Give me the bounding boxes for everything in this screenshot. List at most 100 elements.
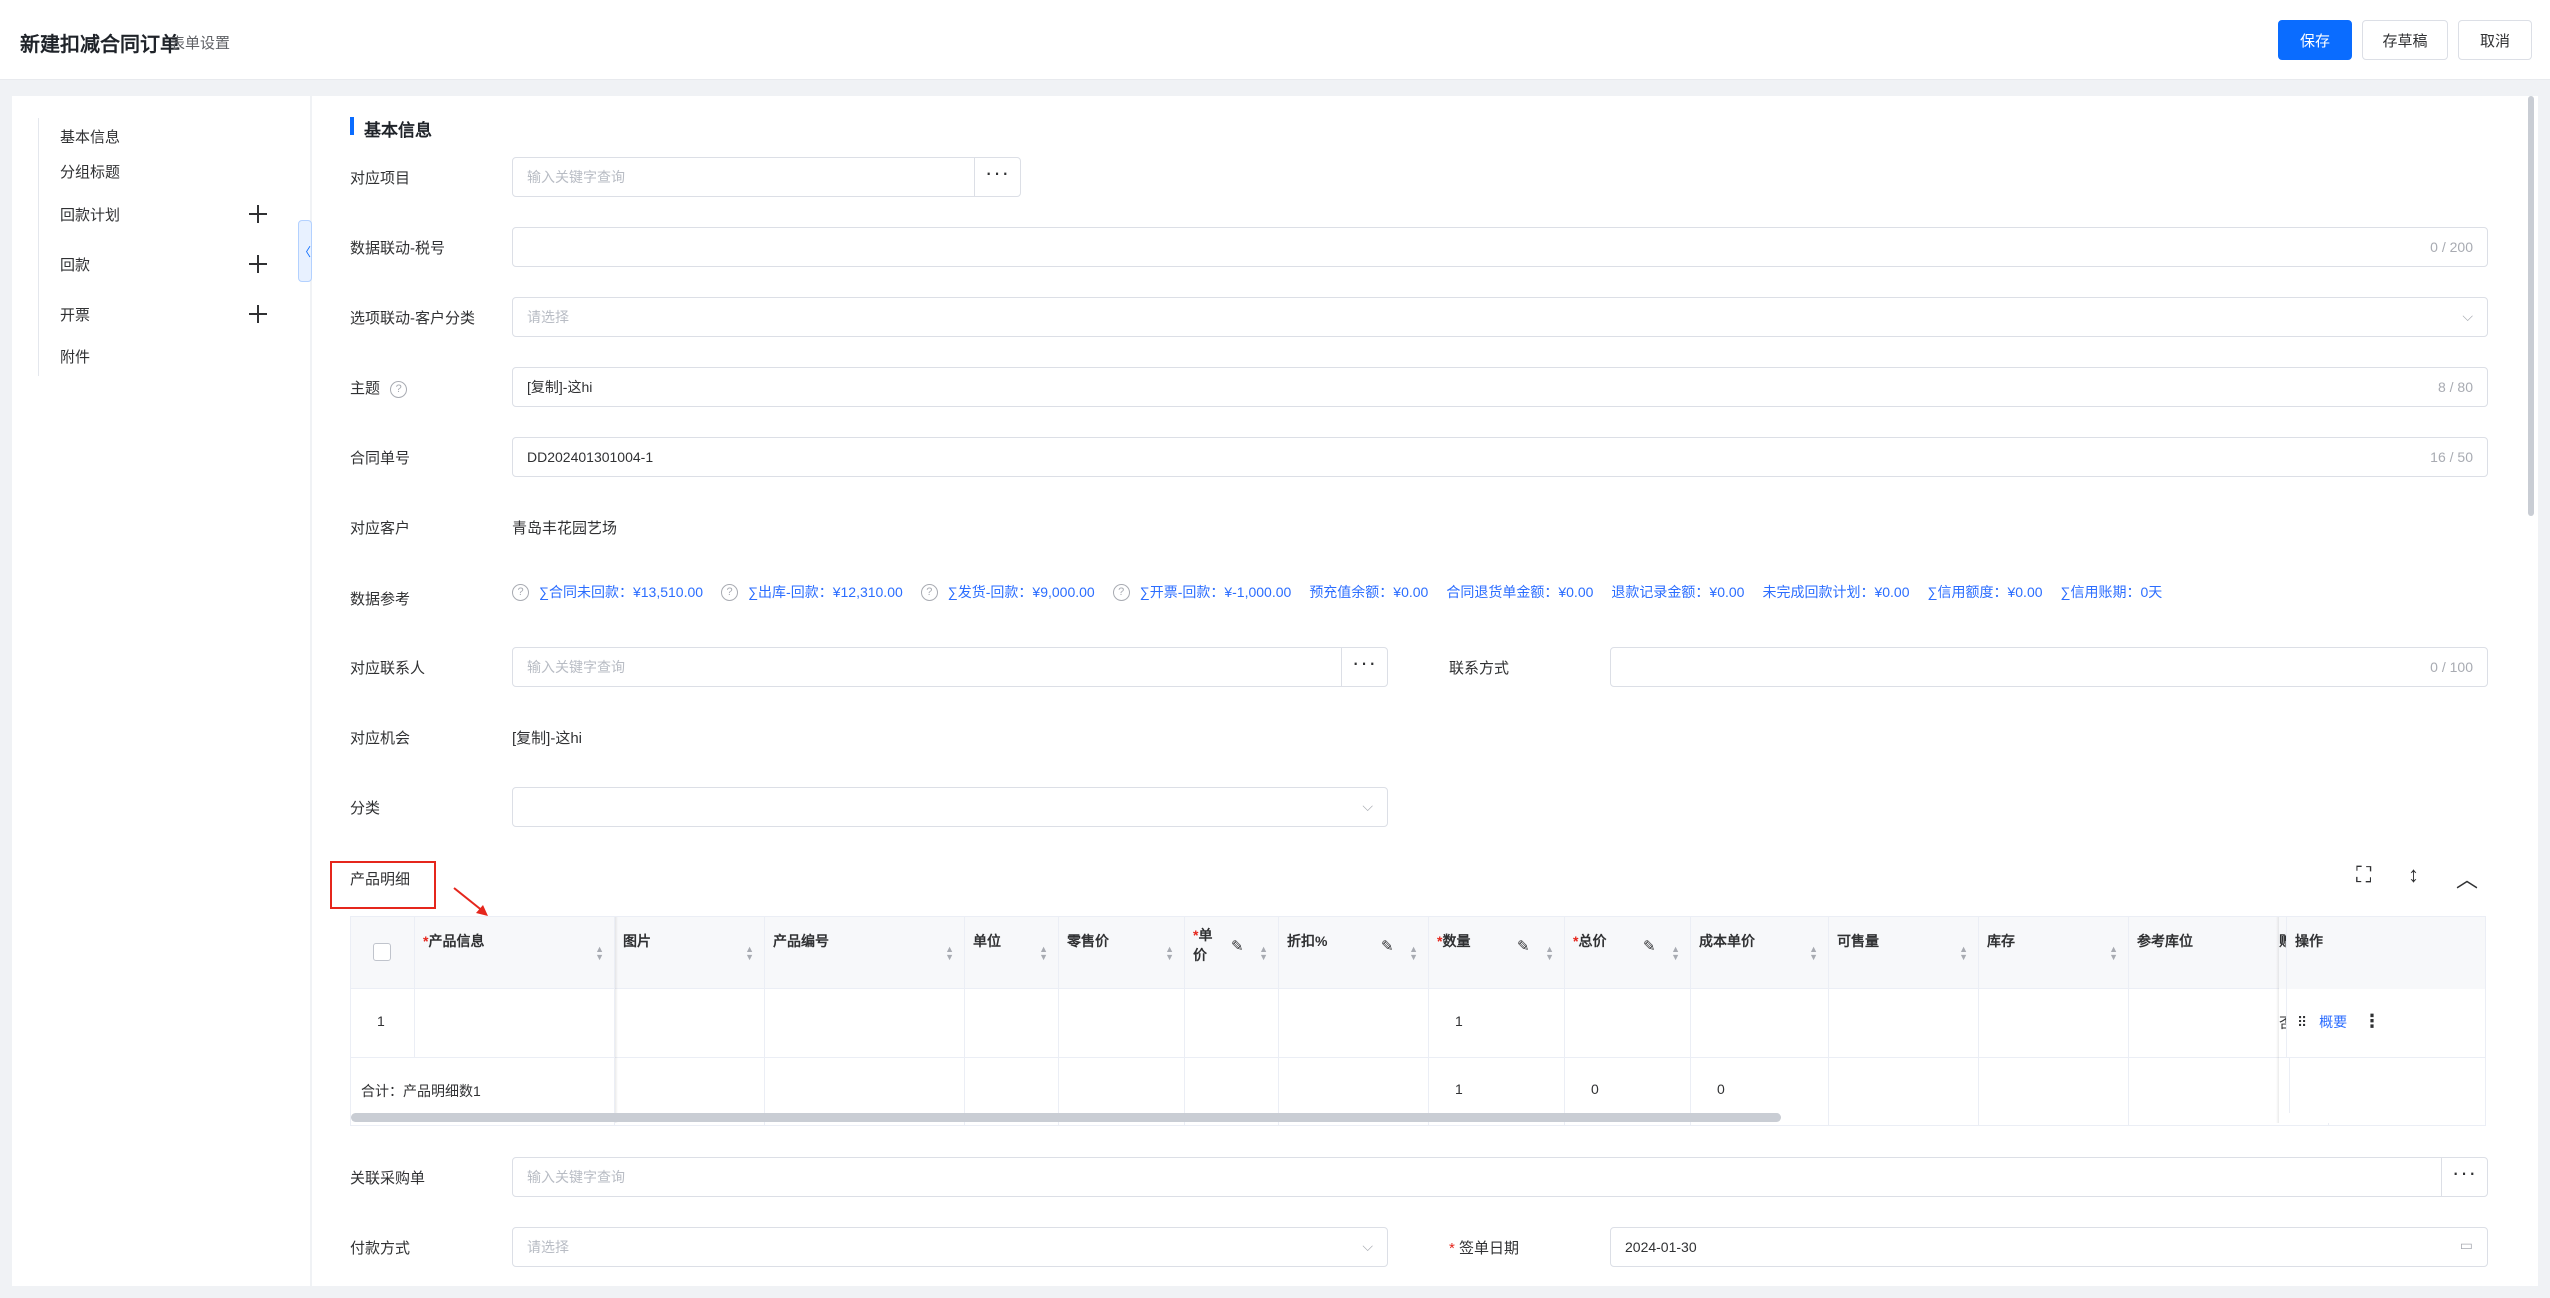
sort-icon: ▲▼ bbox=[595, 944, 604, 962]
ops-cell: ⠿ 概要 ⋮ bbox=[2287, 989, 2485, 1057]
save-draft-button[interactable]: 存草稿 bbox=[2362, 20, 2448, 60]
col-quantity[interactable]: *数量 ✎ ▲ ▼ bbox=[1429, 917, 1565, 989]
retail-cell bbox=[1059, 989, 1185, 1057]
sidebar-item-group-title[interactable]: 分组标题 bbox=[60, 161, 120, 182]
sidebar-item-attachment[interactable]: 附件 bbox=[60, 346, 90, 367]
scrollbar-thumb[interactable] bbox=[2528, 96, 2534, 516]
col-retail-price[interactable]: 零售价 ▲ ▼ bbox=[1059, 917, 1185, 989]
collapse-up-icon[interactable]: ︿ bbox=[2456, 862, 2478, 894]
batch-edit-icon[interactable]: ✎ bbox=[1381, 937, 1394, 955]
contract-no-input[interactable]: DD202401301004-1 16 / 50 bbox=[512, 437, 2488, 477]
subject-value: [复制]-这hi bbox=[527, 379, 593, 395]
customer-type-select[interactable]: 请选择 ⌵ bbox=[512, 297, 2488, 337]
image-cell[interactable] bbox=[615, 989, 765, 1057]
unit-cell bbox=[965, 989, 1059, 1057]
add-payment-icon[interactable] bbox=[248, 254, 268, 274]
quantity-cell[interactable]: 1 bbox=[1429, 989, 1565, 1057]
col-stock[interactable]: 库存 ▲ ▼ bbox=[1979, 917, 2129, 989]
summary-cell bbox=[2287, 1057, 2485, 1113]
ref-contract-unpaid[interactable]: ? ∑合同未回款：¥13,510.00 bbox=[512, 582, 703, 602]
ref-return-amount[interactable]: 合同退货单金额：¥0.00 bbox=[1446, 582, 1593, 602]
col-sellable[interactable]: 可售量 ▲ ▼ bbox=[1829, 917, 1979, 989]
save-button[interactable]: 保存 bbox=[2278, 20, 2352, 60]
cancel-button[interactable]: 取消 bbox=[2458, 20, 2532, 60]
payment-label: 付款方式 bbox=[350, 1240, 411, 1257]
help-icon[interactable]: ? bbox=[920, 583, 938, 601]
total-cell[interactable] bbox=[1565, 989, 1691, 1057]
chevron-down-icon: ⌵ bbox=[1362, 798, 1373, 814]
purchase-input[interactable]: 输入关键字查询 ··· bbox=[512, 1157, 2488, 1197]
select-all-checkbox[interactable] bbox=[373, 943, 391, 961]
col-unit[interactable]: 单位 ▲ ▼ bbox=[965, 917, 1059, 989]
horizontal-scrollbar[interactable] bbox=[351, 1113, 1781, 1122]
ref-prepaid-balance[interactable]: 预充值余额：¥0.00 bbox=[1309, 582, 1428, 602]
col-cost-price[interactable]: 成本单价 ▲ ▼ bbox=[1691, 917, 1829, 989]
ref-unfinished-plan[interactable]: 未完成回款计划：¥0.00 bbox=[1762, 582, 1909, 602]
ref-invoice-payment[interactable]: ? ∑开票-回款：¥-1,000.00 bbox=[1112, 582, 1291, 602]
vertical-scrollbar[interactable] bbox=[2526, 96, 2536, 1286]
category-select[interactable]: ⌵ bbox=[512, 787, 1388, 827]
help-icon[interactable]: ? bbox=[512, 583, 529, 601]
ref-outbound-payment[interactable]: ? ∑出库-回款：¥12,310.00 bbox=[721, 582, 903, 602]
col-image[interactable]: 图片 ▲ ▼ bbox=[615, 917, 765, 989]
subject-counter: 8 / 80 bbox=[2437, 379, 2473, 395]
fullscreen-icon[interactable]: ⛶ bbox=[2356, 862, 2371, 888]
sidebar-item-payment-plan[interactable]: 回款计划 bbox=[60, 204, 120, 225]
project-picker-button[interactable]: ··· bbox=[974, 158, 1020, 196]
col-discount[interactable]: 折扣% ✎ ▲ ▼ bbox=[1279, 917, 1429, 989]
contact-input[interactable]: 输入关键字查询 ··· bbox=[512, 647, 1388, 687]
row-height-icon[interactable]: ↕ bbox=[2408, 862, 2419, 888]
sort-icon: ▲▼ bbox=[945, 944, 954, 962]
discount-cell[interactable] bbox=[1279, 989, 1429, 1057]
col-product-code[interactable]: 产品编号 ▲ ▼ bbox=[765, 917, 965, 989]
purchase-picker-button[interactable]: ··· bbox=[2441, 1158, 2487, 1196]
more-options-icon[interactable]: ⋮ bbox=[2363, 1011, 2381, 1031]
section-accent-bar bbox=[350, 117, 354, 135]
sort-icon: ▲▼ bbox=[2109, 944, 2118, 962]
calendar-icon[interactable]: ▭ bbox=[2460, 1237, 2473, 1254]
help-icon[interactable]: ? bbox=[721, 583, 739, 601]
batch-edit-icon[interactable]: ✎ bbox=[1231, 937, 1244, 957]
col-unit-price[interactable]: *单价 ✎ ▲ ▼ bbox=[1185, 917, 1279, 989]
price-cell[interactable] bbox=[1185, 989, 1279, 1057]
col-total[interactable]: *总价 ✎ ▲ ▼ bbox=[1565, 917, 1691, 989]
sidebar-item-payment[interactable]: 回款 bbox=[60, 254, 90, 275]
sellable-cell bbox=[1829, 989, 1979, 1057]
ref-refund-amount[interactable]: 退款记录金额：¥0.00 bbox=[1611, 582, 1744, 602]
add-payment-plan-icon[interactable] bbox=[248, 204, 268, 224]
gift-cell[interactable]: 否 bbox=[2279, 989, 2287, 1057]
overview-link[interactable]: 概要 bbox=[2319, 1014, 2347, 1030]
opportunity-label: 对应机会 bbox=[350, 730, 411, 747]
tax-label: 数据联动-税号 bbox=[350, 240, 445, 257]
help-icon[interactable]: ? bbox=[1112, 583, 1130, 601]
subject-input[interactable]: [复制]-这hi 8 / 80 bbox=[512, 367, 2488, 407]
project-input[interactable]: 输入关键字查询 ··· bbox=[512, 157, 1021, 197]
help-icon[interactable]: ? bbox=[390, 380, 408, 398]
add-invoice-icon[interactable] bbox=[248, 304, 268, 324]
payment-select[interactable]: 请选择 ⌵ bbox=[512, 1227, 1388, 1267]
col-product-info[interactable]: *产品信息 ▲ ▼ bbox=[415, 917, 615, 989]
sort-icon: ▲▼ bbox=[1959, 944, 1968, 962]
tax-input[interactable]: 0 / 200 bbox=[512, 227, 2488, 267]
code-cell bbox=[765, 989, 965, 1057]
sidebar-item-basic-info[interactable]: 基本信息 bbox=[60, 126, 120, 147]
sort-icon: ▲▼ bbox=[1409, 944, 1418, 962]
sort-icon: ▲▼ bbox=[1165, 944, 1174, 962]
contact-method-input[interactable]: 0 / 100 bbox=[1610, 647, 2488, 687]
contact-picker-button[interactable]: ··· bbox=[1341, 648, 1387, 686]
drag-handle-icon[interactable]: ⠿ bbox=[2297, 1014, 2307, 1030]
ref-credit-period[interactable]: ∑信用账期：0天 bbox=[2061, 582, 2163, 602]
product-info-cell[interactable] bbox=[415, 989, 615, 1057]
collapse-sidebar-icon[interactable]: 〈 bbox=[298, 220, 312, 282]
ref-credit-limit[interactable]: ∑信用额度：¥0.00 bbox=[1928, 582, 2043, 602]
data-ref-list: ? ∑合同未回款：¥13,510.00 ? ∑出库-回款：¥12,310.00 ? ∑… bbox=[512, 582, 2180, 602]
form-setting-link[interactable]: 表单设置 bbox=[170, 32, 230, 53]
col-gift[interactable]: 赠品 bbox=[2279, 917, 2287, 989]
batch-edit-icon[interactable]: ✎ bbox=[1517, 937, 1530, 955]
sidebar-item-invoice[interactable]: 开票 bbox=[60, 304, 90, 325]
project-placeholder: 输入关键字查询 bbox=[527, 169, 625, 185]
batch-edit-icon[interactable]: ✎ bbox=[1643, 937, 1656, 955]
ref-shipping-payment[interactable]: ? ∑发货-回款：¥9,000.00 bbox=[920, 582, 1095, 602]
sign-date-picker[interactable]: 2024-01-30 ▭ bbox=[1610, 1227, 2488, 1267]
data-ref-label: 数据参考 bbox=[350, 591, 411, 608]
